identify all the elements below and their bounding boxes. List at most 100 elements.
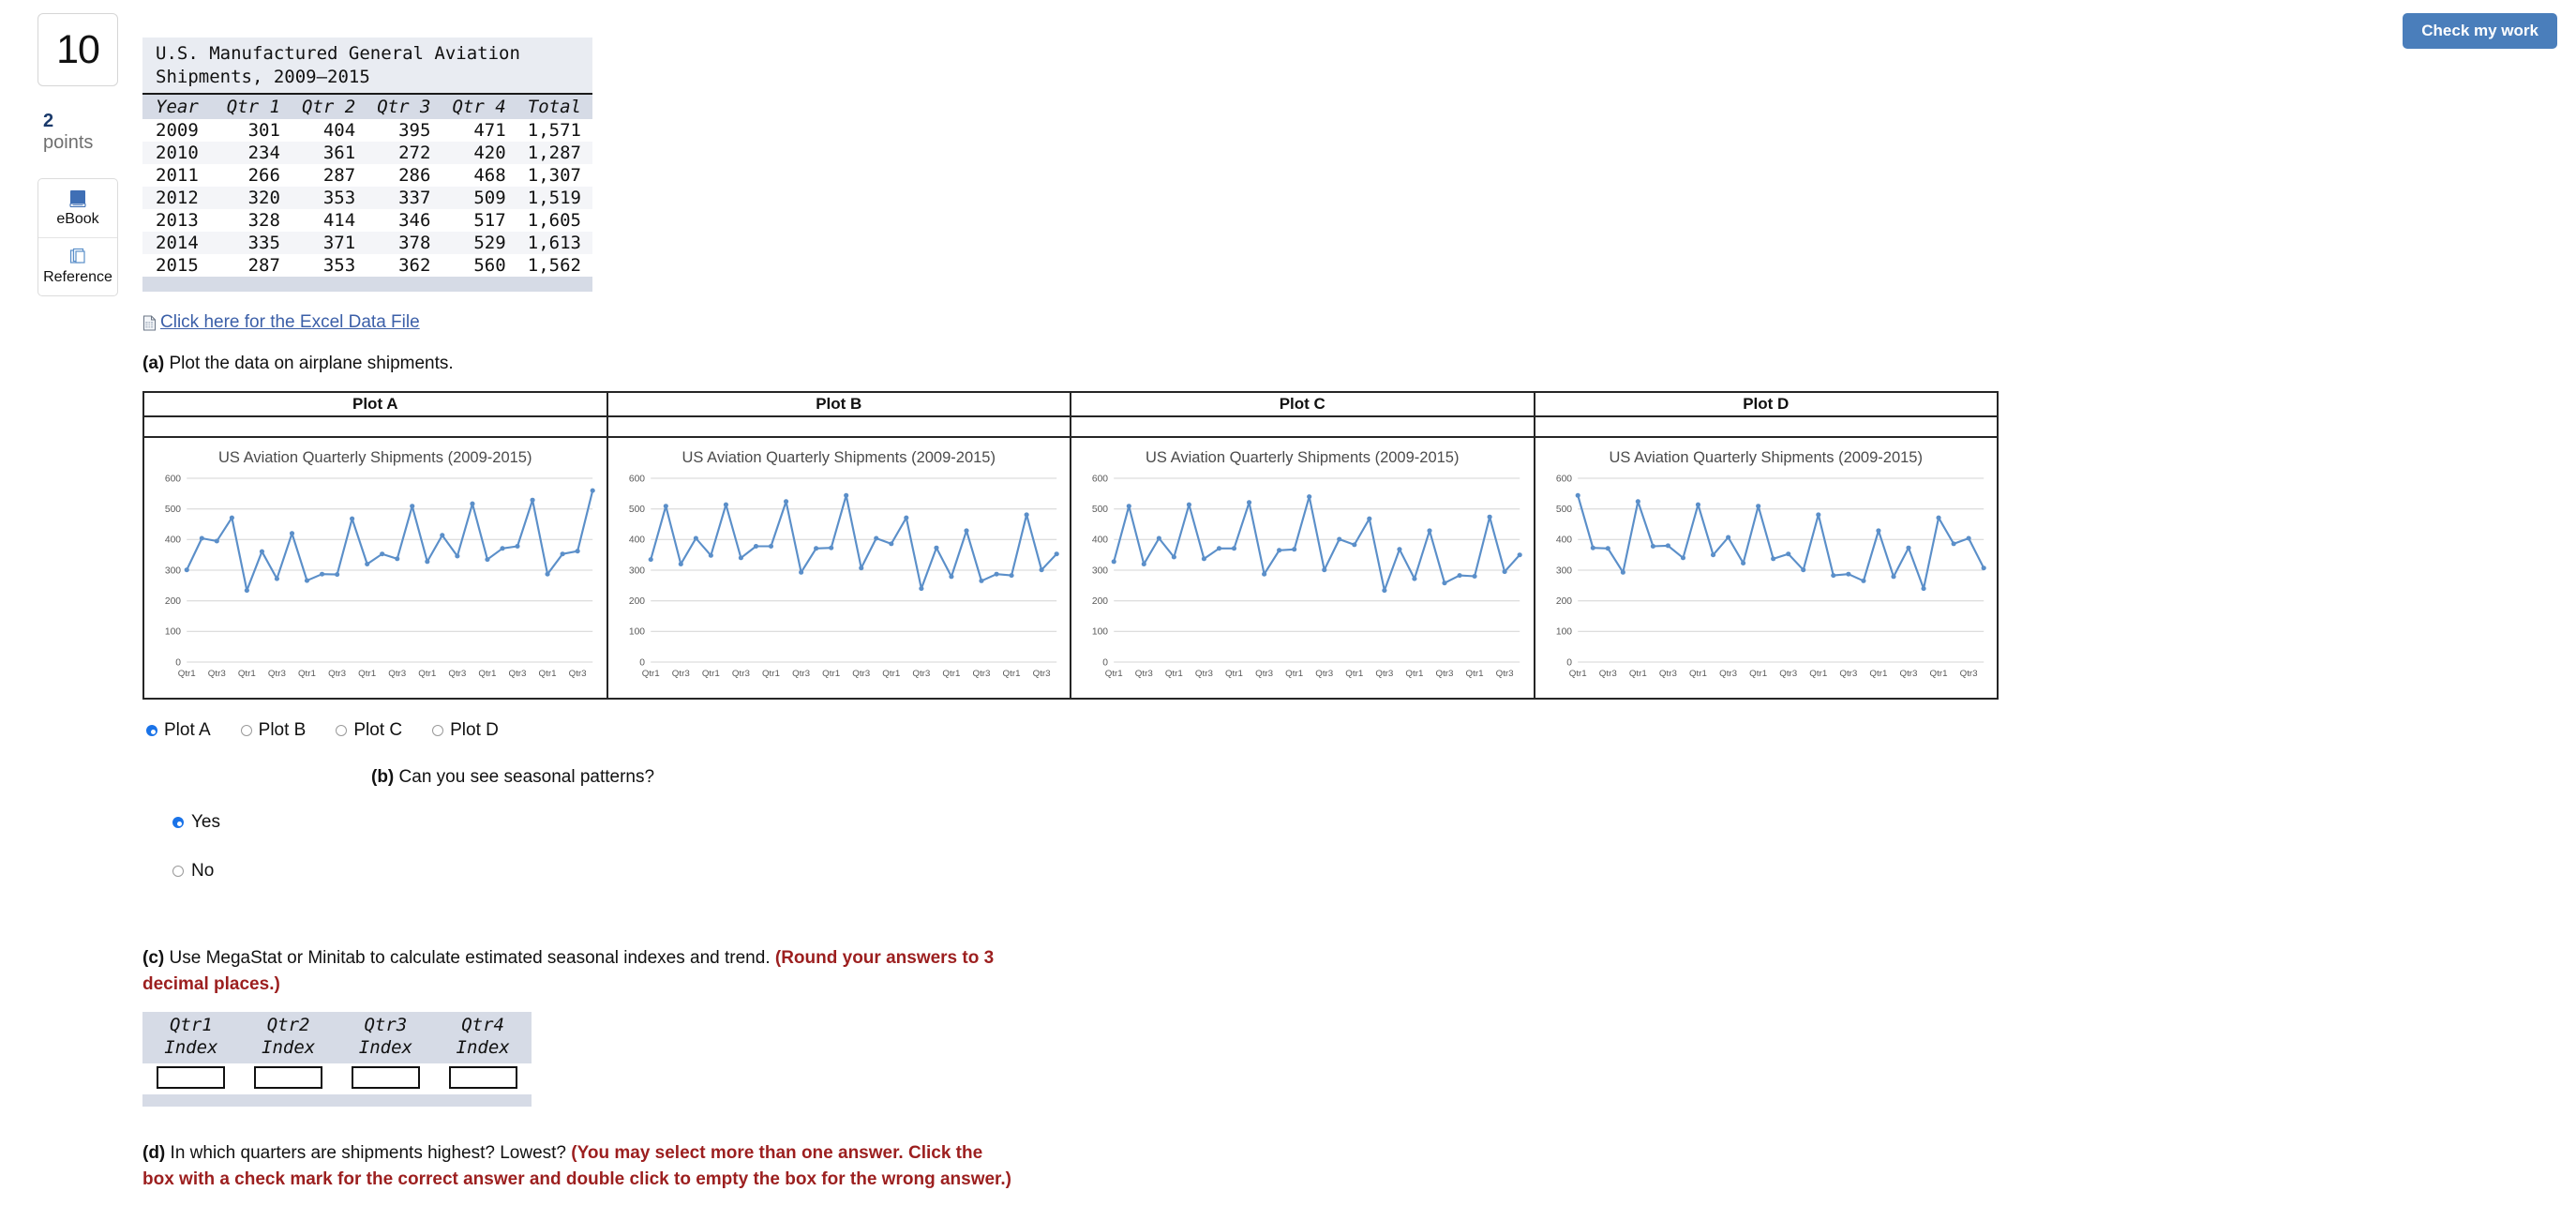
svg-text:200: 200 bbox=[1092, 596, 1109, 607]
plot-cell-plot-b: Plot B US Aviation Quarterly Shipments (2… bbox=[607, 393, 1071, 699]
seasonal-choice-radio-group[interactable]: Yes No bbox=[142, 812, 2505, 882]
excel-document-icon bbox=[142, 315, 157, 331]
seasonal-radio-no[interactable]: No bbox=[172, 861, 2505, 882]
question-b: (b) Can you see seasonal patterns? bbox=[142, 767, 2505, 788]
table-cell: 509 bbox=[442, 187, 517, 210]
svg-text:Qtr1: Qtr1 bbox=[641, 669, 659, 679]
svg-text:Qtr3: Qtr3 bbox=[569, 669, 587, 679]
ebook-button[interactable]: eBook bbox=[38, 179, 117, 237]
svg-text:Qtr1: Qtr1 bbox=[298, 669, 316, 679]
plot-choice-radio-group[interactable]: Plot A Plot B Plot C Plot D bbox=[142, 720, 2505, 741]
column-header-5: Total bbox=[517, 93, 592, 120]
table-row: 2012 320 353 337 509 1,519 bbox=[142, 187, 592, 210]
svg-text:Qtr3: Qtr3 bbox=[1959, 669, 1977, 679]
svg-text:500: 500 bbox=[165, 505, 182, 515]
index-input-qtr3[interactable] bbox=[351, 1065, 420, 1089]
svg-text:Qtr3: Qtr3 bbox=[1375, 669, 1393, 679]
svg-text:Qtr1: Qtr1 bbox=[942, 669, 960, 679]
svg-text:400: 400 bbox=[165, 535, 182, 546]
radio-indicator[interactable] bbox=[240, 725, 252, 737]
column-header-2: Qtr 2 bbox=[291, 93, 367, 120]
radio-indicator[interactable] bbox=[172, 866, 184, 878]
plot-radio-plot-d[interactable]: Plot D bbox=[432, 720, 499, 741]
svg-text:Qtr3: Qtr3 bbox=[1195, 669, 1213, 679]
question-a-prefix: (a) bbox=[142, 354, 165, 374]
plot-b-spacer-row bbox=[607, 417, 1070, 439]
table-cell: 2011 bbox=[156, 165, 199, 187]
radio-label: Plot A bbox=[164, 720, 211, 741]
radio-label: Plot B bbox=[258, 720, 307, 741]
table-cell: 2014 bbox=[142, 232, 217, 255]
table-cell: 560 bbox=[473, 255, 506, 277]
table-cell: 286 bbox=[398, 165, 431, 187]
plot-radio-plot-c[interactable]: Plot C bbox=[336, 720, 402, 741]
svg-text:Qtr1: Qtr1 bbox=[1345, 669, 1363, 679]
table-row: 2009 301 404 395 471 1,571 bbox=[142, 119, 592, 142]
table-cell: 371 bbox=[291, 232, 367, 255]
svg-text:Qtr3: Qtr3 bbox=[388, 669, 406, 679]
plot-d-chart-title: US Aviation Quarterly Shipments (2009-20… bbox=[1609, 449, 1923, 467]
svg-text:Qtr3: Qtr3 bbox=[912, 669, 930, 679]
table-cell: 420 bbox=[442, 142, 517, 165]
svg-text:100: 100 bbox=[1092, 627, 1109, 638]
excel-data-file-row[interactable]: Click here for the Excel Data File bbox=[142, 312, 2505, 333]
plot-cell-plot-d: Plot D US Aviation Quarterly Shipments (2… bbox=[1535, 393, 1997, 699]
svg-text:0: 0 bbox=[639, 658, 645, 669]
plot-cell-plot-c: Plot C US Aviation Quarterly Shipments (2… bbox=[1071, 393, 1535, 699]
radio-indicator[interactable] bbox=[336, 725, 348, 737]
reference-button[interactable]: Reference bbox=[38, 237, 117, 295]
table-row: 2010 234 361 272 420 1,287 bbox=[142, 142, 592, 165]
table-cell: 320 bbox=[216, 187, 292, 210]
svg-text:Qtr3: Qtr3 bbox=[1032, 669, 1050, 679]
svg-text:Qtr3: Qtr3 bbox=[268, 669, 286, 679]
index-input-row[interactable] bbox=[142, 1063, 532, 1089]
seasonal-radio-yes[interactable]: Yes bbox=[172, 812, 2505, 833]
svg-text:600: 600 bbox=[1555, 475, 1572, 485]
index-input-qtr4[interactable] bbox=[448, 1065, 517, 1089]
table-cell: 1,307 bbox=[527, 165, 581, 187]
plot-d-body: US Aviation Quarterly Shipments (2009-20… bbox=[1535, 438, 1997, 699]
table-cell: 353 bbox=[291, 187, 367, 210]
index-header-row: Qtr1 Index Qtr2 Index Qtr3 Index Qtr4 Index bbox=[142, 1012, 532, 1063]
table-cell: 2015 bbox=[156, 255, 199, 277]
plot-radio-plot-a[interactable]: Plot A bbox=[146, 720, 211, 741]
excel-data-file-link[interactable]: Click here for the Excel Data File bbox=[160, 312, 420, 333]
table-cell: 353 bbox=[322, 255, 356, 277]
plot-d-spacer-row bbox=[1535, 417, 1997, 439]
radio-indicator[interactable] bbox=[172, 817, 184, 829]
svg-text:200: 200 bbox=[1555, 596, 1572, 607]
table-cell: 361 bbox=[291, 142, 367, 165]
svg-text:400: 400 bbox=[1555, 535, 1572, 546]
table-cell: 1,613 bbox=[517, 232, 592, 255]
radio-label: Yes bbox=[191, 812, 220, 833]
svg-text:Qtr1: Qtr1 bbox=[478, 669, 496, 679]
svg-text:Qtr1: Qtr1 bbox=[1869, 669, 1887, 679]
table-row: 2013 328 414 346 517 1,605 bbox=[142, 209, 592, 232]
svg-text:Qtr1: Qtr1 bbox=[1749, 669, 1767, 679]
index-input-cell-1 bbox=[240, 1065, 337, 1089]
svg-text:Qtr1: Qtr1 bbox=[1568, 669, 1586, 679]
table-cell: 272 bbox=[367, 142, 442, 165]
svg-text:Qtr3: Qtr3 bbox=[972, 669, 990, 679]
radio-label: Plot D bbox=[450, 720, 499, 741]
radio-label: No bbox=[191, 861, 215, 882]
svg-text:Qtr3: Qtr3 bbox=[1255, 669, 1273, 679]
table-cell: 1,571 bbox=[527, 120, 581, 142]
table-cell: 404 bbox=[322, 120, 356, 142]
radio-indicator[interactable] bbox=[146, 725, 157, 737]
seasonal-index-table: Qtr1 Index Qtr2 Index Qtr3 Index Qtr4 Index bbox=[142, 1012, 532, 1089]
svg-text:100: 100 bbox=[165, 627, 182, 638]
svg-text:Qtr1: Qtr1 bbox=[1929, 669, 1947, 679]
svg-text:Qtr1: Qtr1 bbox=[882, 669, 900, 679]
svg-text:0: 0 bbox=[175, 658, 181, 669]
radio-indicator[interactable] bbox=[432, 725, 444, 737]
svg-text:Qtr1: Qtr1 bbox=[1466, 669, 1484, 679]
index-input-qtr1[interactable] bbox=[157, 1065, 226, 1089]
index-input-qtr2[interactable] bbox=[254, 1065, 323, 1089]
reference-icon bbox=[67, 248, 88, 266]
plot-b-body: US Aviation Quarterly Shipments (2009-20… bbox=[607, 438, 1070, 699]
svg-text:Qtr1: Qtr1 bbox=[1225, 669, 1243, 679]
plot-radio-plot-b[interactable]: Plot B bbox=[240, 720, 307, 741]
tool-panel: eBook Reference bbox=[37, 178, 118, 296]
shipments-data-table: U.S. Manufactured General Aviation Shipme… bbox=[142, 38, 592, 293]
